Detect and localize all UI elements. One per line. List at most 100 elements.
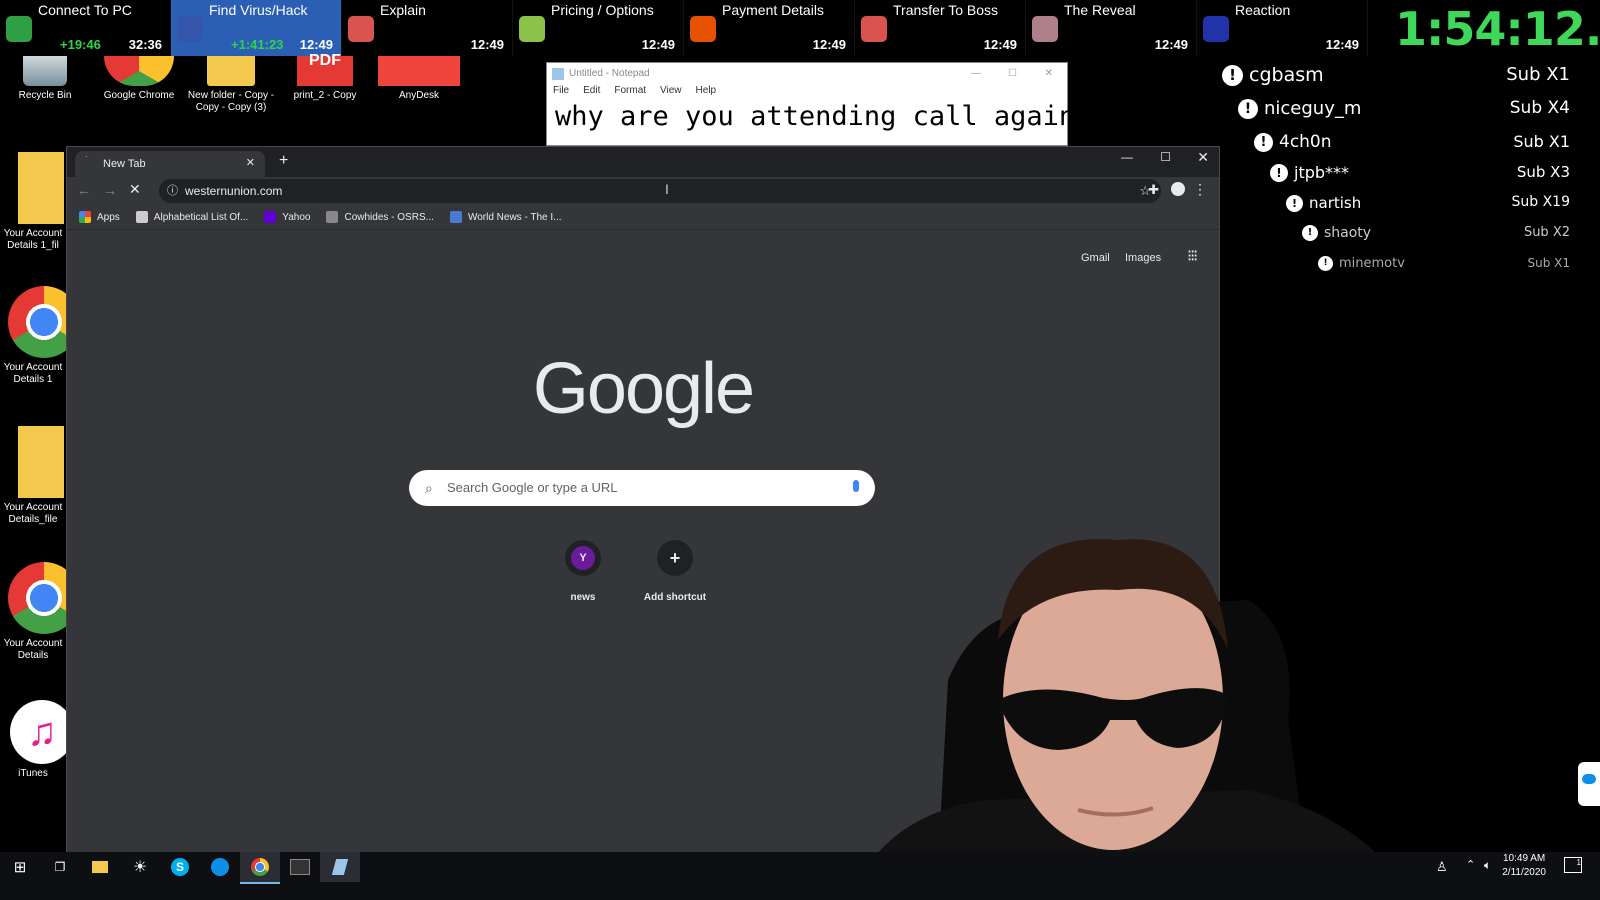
desktop-icon-account-details-1[interactable]: Your Account Details 1 [0, 286, 80, 386]
tab-title: New Tab [103, 158, 146, 170]
menu-edit[interactable]: Edit [583, 85, 600, 99]
sun-icon: ☀ [132, 859, 148, 876]
close-icon[interactable]: ✕ [1045, 63, 1053, 85]
gmail-link[interactable]: Gmail [1081, 252, 1110, 264]
desktop-icon-account-details-file[interactable]: Your Account Details_file [0, 426, 66, 526]
desktop-icon-label: Your Account Details 1 [3, 362, 63, 385]
minimize-icon[interactable]: — [971, 63, 981, 85]
bookmarks-bar: Apps Alphabetical List Of... Yahoo Cowhi… [67, 205, 1219, 230]
itunes-icon: ♫ [10, 700, 74, 764]
folder-icon [92, 861, 108, 873]
text-cursor-icon: I [665, 181, 669, 197]
split-name: Payment Details [722, 2, 824, 18]
desktop-icon-anydesk[interactable]: AnyDesk [374, 56, 464, 102]
sub-row: ! minemotv [1318, 256, 1405, 271]
split-name: Find Virus/Hack [209, 2, 308, 18]
alert-icon: ! [1238, 98, 1258, 119]
sub-row: ! jtpb*** [1270, 163, 1349, 182]
minimize-icon[interactable]: — [1121, 150, 1133, 164]
url-text[interactable]: westernunion.com [185, 179, 282, 203]
menu-view[interactable]: View [660, 85, 682, 99]
stop-loading-icon[interactable]: ✕ [129, 181, 141, 198]
menu-help[interactable]: Help [696, 85, 717, 99]
apps-grid-icon[interactable]: ⁝⁝⁝ [1187, 246, 1198, 266]
taskbar-app-sun[interactable]: ☀ [120, 852, 160, 882]
split-icon [1203, 16, 1229, 42]
tab-strip: ˙ New Tab ✕ + — ☐ ✕ [67, 147, 1219, 177]
address-bar[interactable]: ⓘ westernunion.com I ☆ [159, 179, 1161, 203]
desktop-icon-label: AnyDesk [398, 90, 439, 101]
taskbar-notepad[interactable] [320, 852, 360, 882]
taskbar-chrome[interactable] [240, 852, 280, 884]
bookmark-label: Yahoo [282, 211, 311, 223]
desktop-icon-account-details[interactable]: Your Account Details [0, 562, 80, 662]
bookmark-apps[interactable]: Apps [79, 211, 120, 223]
split-time: 12:49 [983, 37, 1017, 52]
sub-row: ! nartish [1286, 194, 1361, 212]
extensions-icon[interactable]: ✚ [1148, 182, 1159, 198]
tab-new-tab[interactable]: ˙ New Tab ✕ [75, 151, 265, 177]
task-view-button[interactable]: ❐ [40, 852, 80, 882]
split-1: Find Virus/Hack +1:41:23 12:49 [171, 0, 342, 56]
new-tab-icon[interactable]: + [279, 152, 288, 170]
people-icon[interactable]: ♙ [1436, 859, 1448, 875]
google-logo: Google [532, 349, 755, 429]
notepad-window[interactable]: Untitled - Notepad — ☐ ✕ File Edit Forma… [546, 62, 1091, 146]
desktop-icon-print[interactable]: PDF print_2 - Copy [280, 53, 370, 102]
taskbar-file-explorer[interactable] [80, 852, 120, 882]
system-clock[interactable]: 10:49 AM 2/11/2020 [1502, 852, 1546, 880]
menu-icon[interactable]: ⋮ [1193, 181, 1207, 198]
notepad-text-area[interactable]: why are you attending call again. [547, 99, 1091, 132]
split-icon [519, 16, 545, 42]
taskbar-teamviewer[interactable] [200, 852, 240, 882]
chrome-toolbar: ← → ✕ ⓘ westernunion.com I ☆ ✚ ⋮ [67, 177, 1219, 205]
split-icon [1032, 16, 1058, 42]
sub-amount: Sub X19 [1511, 194, 1570, 210]
menu-file[interactable]: File [553, 85, 569, 99]
microphone-icon[interactable] [853, 480, 859, 492]
bookmark-yahoo[interactable]: Yahoo [264, 211, 310, 223]
search-box[interactable]: ⌕ Search Google or type a URL [409, 470, 875, 506]
notepad-title: Untitled - Notepad [569, 68, 650, 79]
desktop-icon-label: print_2 - Copy [293, 90, 357, 101]
bookmark-cowhides[interactable]: Cowhides - OSRS... [326, 211, 434, 223]
notification-icon[interactable]: 1 [1564, 857, 1582, 873]
start-button[interactable]: ⊞ [0, 852, 40, 882]
split-7: Reaction 12:49 [1197, 0, 1368, 56]
desktop-icon-account-details-1-fil[interactable]: Your Account Details 1_fil [0, 152, 66, 252]
bookmark-alphabetical-list[interactable]: Alphabetical List Of... [135, 211, 248, 223]
menu-format[interactable]: Format [614, 85, 646, 99]
folder-icon [18, 152, 64, 224]
desktop-icon-itunes[interactable]: ♫ iTunes [0, 700, 74, 780]
bookmark-favicon-icon [135, 211, 148, 223]
notepad-titlebar[interactable]: Untitled - Notepad — ☐ ✕ [547, 63, 1067, 85]
taskbar-skype[interactable]: S [160, 852, 200, 882]
images-link[interactable]: Images [1125, 252, 1161, 264]
bookmark-world-news[interactable]: World News - The I... [449, 211, 562, 223]
shortcut-news[interactable]: Y news [543, 540, 623, 603]
notepad-icon [331, 859, 349, 875]
desktop-icon-new-folder[interactable]: New folder - Copy - Copy - Copy (3) [186, 56, 276, 114]
desktop-icon-google-chrome[interactable]: Google Chrome [94, 56, 184, 102]
bookmark-label: Apps [97, 211, 120, 223]
maximize-icon[interactable]: ☐ [1160, 150, 1171, 164]
sub-amount: Sub X1 [1506, 64, 1570, 85]
search-placeholder: Search Google or type a URL [447, 480, 618, 495]
add-icon: + [657, 540, 693, 576]
tab-close-icon[interactable]: ✕ [246, 156, 255, 169]
split-time: 12:49 [1325, 37, 1359, 52]
desktop-icon-recycle-bin[interactable]: Recycle Bin [0, 56, 90, 102]
taskbar-terminal[interactable] [280, 852, 320, 882]
shortcut-add[interactable]: + Add shortcut [635, 540, 715, 603]
back-icon[interactable]: ← [77, 182, 91, 198]
maximize-icon[interactable]: ☐ [1008, 63, 1017, 85]
chevron-up-icon[interactable]: ⌃ [1466, 858, 1475, 871]
volume-muted-icon[interactable]: 🔈︎ [1484, 858, 1491, 873]
split-icon [348, 16, 374, 42]
notification-count: 1 [1576, 858, 1581, 867]
sub-amount: Sub X1 [1513, 132, 1570, 151]
close-icon[interactable]: ✕ [1197, 149, 1209, 166]
teamviewer-side-tab[interactable] [1578, 762, 1600, 806]
forward-icon[interactable]: → [103, 182, 117, 198]
profile-icon[interactable] [1171, 182, 1185, 196]
